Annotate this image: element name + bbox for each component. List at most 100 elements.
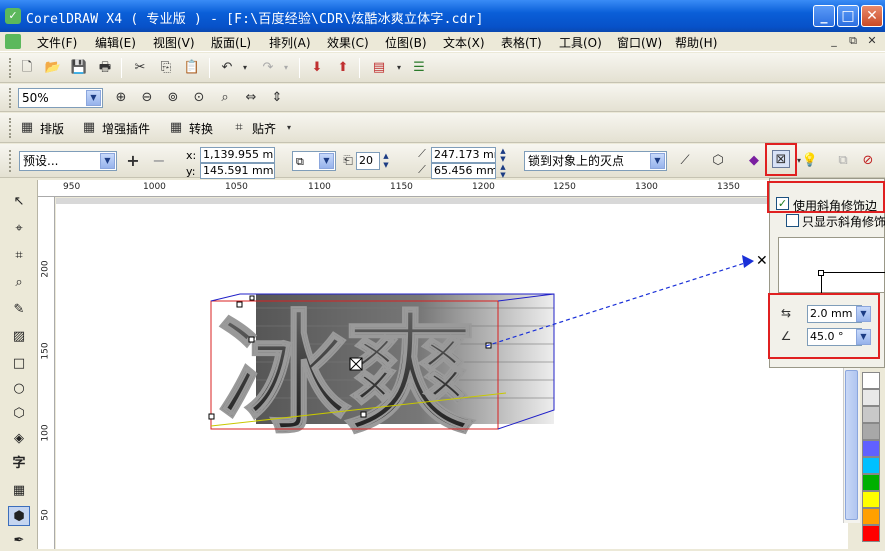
cut-icon[interactable]: ✂	[131, 59, 149, 77]
chevron-down-icon[interactable]: ▼	[319, 153, 334, 169]
menu-edit[interactable]: 编辑(E)	[95, 34, 136, 51]
close-button[interactable]: ✕	[861, 5, 883, 27]
document-icon[interactable]	[5, 34, 21, 49]
toolbar-grip[interactable]	[9, 118, 12, 138]
toolbar-grip[interactable]	[9, 88, 12, 108]
vertical-ruler[interactable]	[38, 197, 55, 549]
toolbar-layout-label[interactable]: 排版	[40, 120, 64, 137]
export-icon[interactable]: ⬆	[334, 59, 352, 77]
vanishing-point-marker-icon[interactable]: ✕	[756, 253, 768, 269]
remove-preset-icon[interactable]: −	[150, 152, 168, 170]
x-position-field[interactable]: 1,139.955 mm	[200, 147, 275, 163]
print-icon[interactable]: 🖶	[96, 59, 114, 77]
menu-help[interactable]: 帮助(H)	[675, 34, 717, 51]
bevel-only-checkbox[interactable]	[786, 214, 799, 227]
paste-icon[interactable]: 📋	[183, 59, 201, 77]
chevron-down-icon[interactable]: ▼	[100, 153, 115, 169]
use-bevel-checkbox[interactable]: ✓	[776, 197, 789, 210]
basic-shapes-tool-icon[interactable]: ◈	[8, 429, 30, 449]
copy-extrusion-icon[interactable]: ⧉	[834, 152, 852, 170]
preset-select[interactable]: 预设... ▼	[19, 151, 117, 171]
crop-tool-icon[interactable]: ⌗	[8, 246, 30, 266]
eyedropper-tool-icon[interactable]: ✒	[8, 531, 30, 551]
pick-tool-icon[interactable]: ↖	[8, 192, 30, 212]
mdi-minimize-button[interactable]: _	[826, 34, 842, 49]
polygon-tool-icon[interactable]: ⬡	[8, 404, 30, 424]
palette-swatch[interactable]	[862, 440, 880, 457]
lighting-icon[interactable]: 💡	[801, 152, 819, 170]
vanishing-point-select[interactable]: 锁到对象上的灭点 ▼	[524, 151, 667, 171]
chevron-down-icon[interactable]: ▼	[856, 329, 871, 345]
zoom-selected-icon[interactable]: ⊚	[164, 89, 182, 107]
menu-tools[interactable]: 工具(O)	[559, 34, 602, 51]
palette-swatch[interactable]	[862, 474, 880, 491]
zoom-height-icon[interactable]: ⇕	[268, 89, 286, 107]
zoom-width-icon[interactable]: ⇔	[242, 89, 260, 107]
zoom-page-icon[interactable]: ⌕	[216, 89, 234, 107]
plugin-icon[interactable]: ▦	[80, 119, 98, 137]
application-launcher-icon[interactable]: ▤	[370, 59, 388, 77]
toolbar-grip[interactable]	[9, 150, 12, 172]
add-preset-icon[interactable]: +	[124, 152, 142, 170]
open-icon[interactable]: 📂	[44, 59, 62, 77]
zoom-all-icon[interactable]: ⊙	[190, 89, 208, 107]
use-bevel-label[interactable]: 使用斜角修饰边	[793, 197, 877, 214]
text-tool-icon[interactable]: 字	[8, 454, 30, 474]
palette-swatch[interactable]	[862, 508, 880, 525]
new-icon[interactable]: 🗋	[18, 59, 36, 77]
zoom-level-select[interactable]: 50% ▼	[18, 88, 103, 108]
zoom-out-icon[interactable]: ⊖	[138, 89, 156, 107]
palette-swatch[interactable]	[862, 406, 880, 423]
copy-icon[interactable]: ⎘	[157, 59, 175, 77]
vanishing-x-spinner[interactable]: ▲ ▼	[498, 147, 508, 163]
redo-icon[interactable]: ↷	[259, 59, 277, 77]
vanishing-y-spinner[interactable]: ▲ ▼	[498, 163, 508, 179]
palette-swatch[interactable]	[862, 372, 880, 389]
vanishing-x-field[interactable]: 247.173 mm	[431, 147, 496, 163]
save-icon[interactable]: 💾	[70, 59, 88, 77]
extrude-rotation-icon[interactable]: ⬡	[709, 152, 727, 170]
table-tool-icon[interactable]: ▦	[8, 481, 30, 501]
snap-dropdown-icon[interactable]: ▾	[280, 119, 298, 137]
menu-effects[interactable]: 效果(C)	[327, 34, 369, 51]
import-icon[interactable]: ⬇	[308, 59, 326, 77]
depth-field[interactable]: 20	[356, 152, 380, 170]
toolbar-plugin-label[interactable]: 增强插件	[102, 120, 150, 137]
menu-table[interactable]: 表格(T)	[501, 34, 542, 51]
options-icon[interactable]: ☰	[410, 59, 428, 77]
menu-arrange[interactable]: 排列(A)	[269, 34, 311, 51]
menu-window[interactable]: 窗口(W)	[617, 34, 662, 51]
palette-swatch[interactable]	[862, 457, 880, 474]
palette-swatch[interactable]	[862, 491, 880, 508]
palette-swatch[interactable]	[862, 389, 880, 406]
clear-extrusion-icon[interactable]: ⊘	[859, 152, 877, 170]
zoom-tool-icon[interactable]: ⌕	[8, 273, 30, 293]
toolbar-grip[interactable]	[9, 58, 12, 78]
layout-icon[interactable]: ▦	[18, 119, 36, 137]
menu-bitmaps[interactable]: 位图(B)	[385, 34, 427, 51]
undo-icon[interactable]: ↶	[218, 59, 236, 77]
vanishing-point-icon[interactable]: ⟋	[676, 152, 694, 170]
maximize-button[interactable]: □	[837, 5, 859, 27]
launcher-dropdown-icon[interactable]: ▾	[390, 59, 408, 77]
depth-spinner[interactable]: ▲ ▼	[381, 152, 391, 170]
bevel-angle-field[interactable]: 45.0 °	[807, 328, 862, 346]
redo-dropdown-icon[interactable]: ▾	[277, 59, 295, 77]
snap-icon[interactable]: ⌗	[230, 119, 248, 137]
chevron-down-icon[interactable]: ▼	[86, 90, 101, 106]
scrollbar-thumb[interactable]	[845, 370, 858, 520]
interactive-extrude-tool-icon[interactable]: ⬢	[8, 506, 30, 526]
bevel-only-label[interactable]: 只显示斜角修饰	[802, 213, 885, 230]
extrusion-color-icon[interactable]: ◆	[745, 152, 763, 170]
rectangle-tool-icon[interactable]: □	[8, 354, 30, 374]
shape-tool-icon[interactable]: ⌖	[8, 219, 30, 239]
chevron-down-icon[interactable]: ▼	[650, 153, 665, 169]
toolbar-snap-label[interactable]: 贴齐	[252, 120, 276, 137]
mdi-restore-button[interactable]: ⧉	[845, 34, 861, 49]
convert-icon[interactable]: ▦	[167, 119, 185, 137]
undo-dropdown-icon[interactable]: ▾	[236, 59, 254, 77]
ellipse-tool-icon[interactable]: ○	[8, 379, 30, 399]
palette-swatch[interactable]	[862, 525, 880, 542]
menu-view[interactable]: 视图(V)	[153, 34, 195, 51]
freehand-tool-icon[interactable]: ✎	[8, 300, 30, 320]
